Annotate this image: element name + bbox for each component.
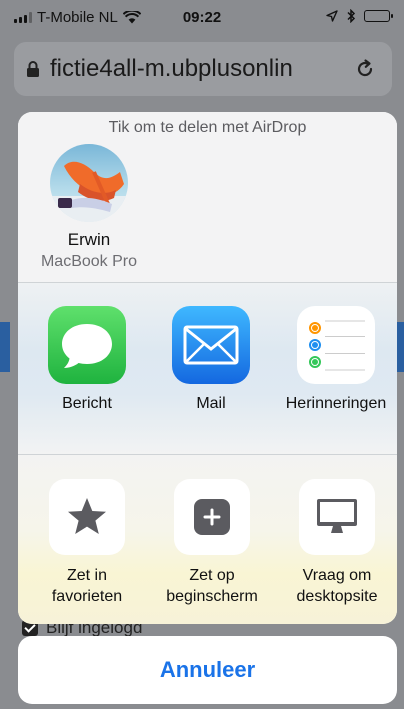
lock-icon [27, 61, 39, 77]
app-label: Herinneringen [285, 395, 387, 412]
desktop-icon[interactable] [299, 479, 375, 555]
messages-icon[interactable] [48, 306, 126, 384]
avatar[interactable] [50, 144, 128, 222]
address-bar[interactable]: fictie4all-m.ubplusonlin [14, 42, 392, 96]
url-text[interactable]: fictie4all-m.ubplusonlin [50, 55, 354, 83]
status-bar: T-Mobile NL 09:22 [0, 0, 404, 34]
page-banner-fragment [0, 322, 10, 372]
action-label-line2: desktopsite [296, 588, 378, 605]
star-icon[interactable] [49, 479, 125, 555]
cancel-button[interactable]: Annuleer [18, 636, 397, 704]
airdrop-contact[interactable]: Erwin MacBook Pro [30, 144, 148, 271]
bluetooth-icon [347, 9, 356, 23]
app-label: Mail [196, 395, 226, 412]
action-add-favorites[interactable]: Zet in favorieten [32, 479, 142, 607]
share-app-reminders[interactable]: Herinneringen [280, 306, 392, 414]
contact-name: Erwin [67, 230, 111, 249]
share-app-mail[interactable]: Mail [172, 306, 250, 414]
action-add-home-screen[interactable]: Zet op beginscherm [152, 479, 272, 607]
action-label-line2: beginscherm [166, 588, 258, 605]
contact-device: MacBook Pro [40, 253, 138, 270]
contact-photo [50, 161, 128, 222]
share-actions-row: Zet in favorieten Zet op beginscherm Vra… [18, 454, 397, 624]
share-apps-row: Bericht Mail Herinneringen [18, 282, 397, 454]
battery-icon [364, 10, 393, 22]
share-app-messages[interactable]: Bericht [48, 306, 126, 414]
add-square-icon[interactable] [174, 479, 250, 555]
location-arrow-icon [326, 10, 338, 22]
action-label-line1: Zet in [66, 567, 107, 584]
mail-icon[interactable] [172, 306, 250, 384]
action-label-line2: favorieten [51, 588, 123, 605]
reminders-icon[interactable] [297, 306, 375, 384]
action-request-desktop[interactable]: Vraag om desktopsite [282, 479, 392, 607]
status-right [326, 9, 393, 23]
airdrop-title: Tik om te delen met AirDrop [108, 119, 307, 136]
app-label: Bericht [62, 395, 112, 412]
share-sheet: Tik om te delen met AirDrop Erwin MacBoo… [18, 112, 397, 624]
action-label-line1: Vraag om [302, 567, 372, 584]
reload-icon[interactable] [354, 58, 376, 80]
action-label-line1: Zet op [189, 567, 235, 584]
airdrop-section: Tik om te delen met AirDrop Erwin MacBoo… [18, 112, 397, 282]
